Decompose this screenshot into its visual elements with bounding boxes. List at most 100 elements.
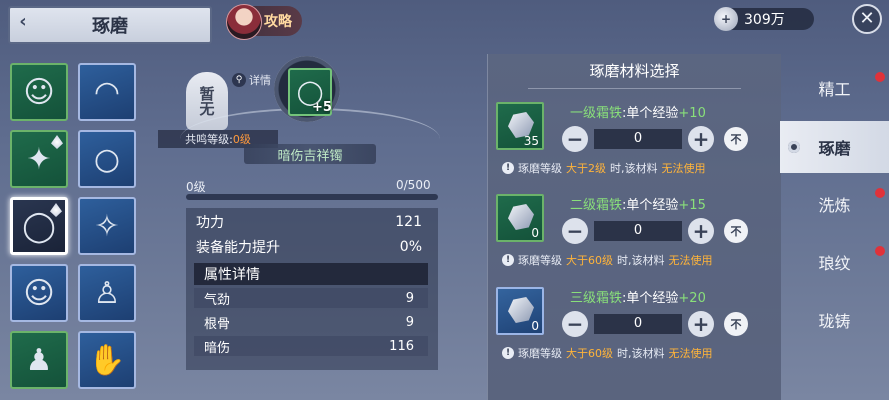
materials-panel: 琢磨材料选择 35 一级霜铁:单个经验+10 − 0 + 不 ! 琢磨等级 大于2…	[487, 54, 781, 400]
decrease-button[interactable]: −	[562, 311, 588, 337]
max-button[interactable]: 不	[724, 219, 748, 243]
hint-highlight: 大于60级	[566, 254, 613, 267]
hint-text: 琢磨等级	[518, 162, 562, 175]
material-desc: :单个经验	[622, 291, 679, 306]
warning-icon: !	[502, 347, 514, 359]
dark-robe-icon: ♟	[25, 342, 53, 378]
frost-iron-icon[interactable]: 0	[496, 287, 544, 335]
material-exp: +20	[678, 291, 706, 306]
equipment-slot-5-selected[interactable]: ◯	[10, 197, 68, 255]
hint-text: 时,该材料	[617, 254, 665, 267]
equipment-slot-4[interactable]: ○	[78, 130, 136, 188]
currency-amount: 309万	[744, 12, 785, 28]
stat-boost-label: 装备能力提升	[196, 240, 280, 256]
attr-row: 暗伤 116	[194, 336, 428, 356]
fan-icon: ◠	[93, 74, 121, 110]
polish-exp: 0/500	[396, 178, 431, 192]
robe-icon: ♙	[93, 275, 121, 311]
tab-refine[interactable]: 精工	[780, 62, 889, 114]
currency-display: + 309万	[714, 7, 814, 31]
hint-highlight: 无法使用	[668, 347, 713, 360]
equipped-item-name: 暗伤吉祥镯	[244, 144, 376, 164]
character-portrait-icon: ☺	[23, 275, 55, 311]
material-desc: :单个经验	[622, 106, 679, 121]
seal-detail-label: 详情	[249, 74, 271, 87]
equipment-slot-8[interactable]: ♙	[78, 264, 136, 322]
material-tier: 三级霜铁	[570, 291, 623, 306]
material-item: 0 二级霜铁:单个经验+15 − 0 + 不 ! 琢磨等级 大于60级 时,该材料无…	[496, 194, 772, 278]
tab-pattern[interactable]: 琅纹	[780, 236, 889, 288]
decrease-button[interactable]: −	[562, 126, 588, 152]
quantity-field[interactable]: 0	[594, 314, 682, 334]
material-desc: :单个经验	[622, 198, 679, 213]
quantity-stepper: − 0 + 不	[562, 124, 748, 154]
decrease-button[interactable]: −	[562, 218, 588, 244]
material-count: 35	[523, 134, 539, 148]
material-hint: ! 琢磨等级 大于60级 时,该材料 无法使用	[502, 252, 713, 268]
divider	[528, 88, 741, 89]
gauntlet-icon: ✋	[88, 342, 126, 378]
tab-polish[interactable]: 琢磨	[780, 121, 889, 173]
quantity-stepper: − 0 + 不	[562, 309, 748, 339]
attr-details-label: 属性详情	[204, 267, 260, 283]
attr-name: 暗伤	[204, 340, 231, 356]
back-arrow-icon[interactable]: ‹	[12, 11, 34, 33]
material-count: 0	[531, 226, 539, 240]
equipment-slot-10[interactable]: ✋	[78, 331, 136, 389]
tab-label: 琅纹	[818, 254, 851, 273]
function-tabs: 精工 琢磨 洗炼 琅纹 珑铸	[780, 54, 889, 400]
tab-forge[interactable]: 珑铸	[780, 294, 889, 346]
max-button[interactable]: 不	[724, 127, 748, 151]
page-title: 琢磨	[92, 16, 128, 37]
enhance-level: +5	[312, 100, 332, 115]
stat-power: 功力 121	[196, 210, 422, 234]
warning-icon: !	[502, 162, 514, 174]
equipment-slot-6[interactable]: ✧	[78, 197, 136, 255]
increase-button[interactable]: +	[688, 311, 714, 337]
stats-panel: 功力 121 装备能力提升 0% 属性详情 气劲 9 根骨 9 暗伤 116	[186, 208, 438, 370]
material-exp: +10	[678, 106, 706, 121]
max-button[interactable]: 不	[724, 312, 748, 336]
hint-text: 琢磨等级	[518, 254, 562, 267]
material-tier: 二级霜铁	[570, 198, 623, 213]
equipment-slot-7[interactable]: ☺	[10, 264, 68, 322]
equipment-slot-1[interactable]: ☺	[10, 63, 68, 121]
stat-power-value: 121	[395, 214, 422, 230]
material-name: 二级霜铁:单个经验+15	[570, 194, 706, 213]
material-count: 0	[531, 319, 539, 333]
guide-button[interactable]: 攻略	[226, 4, 302, 40]
tab-label: 洗炼	[818, 196, 851, 215]
frost-iron-icon[interactable]: 0	[496, 194, 544, 242]
hint-highlight: 大于2级	[566, 162, 606, 175]
wand-pendant-icon: ✧	[94, 208, 120, 244]
increase-button[interactable]: +	[688, 126, 714, 152]
guide-label: 攻略	[264, 14, 292, 30]
quantity-field[interactable]: 0	[594, 129, 682, 149]
material-hint: ! 琢磨等级 大于2级 时,该材料 无法使用	[502, 160, 706, 176]
attr-name: 气劲	[204, 292, 231, 308]
material-tier: 一级霜铁	[570, 106, 623, 121]
equipment-slot-2[interactable]: ◠	[78, 63, 136, 121]
ore-icon	[508, 204, 534, 230]
increase-button[interactable]: +	[688, 218, 714, 244]
hint-text: 时,该材料	[610, 162, 658, 175]
attr-value: 9	[405, 290, 414, 306]
stat-boost-value: 0%	[399, 239, 422, 255]
tab-wash[interactable]: 洗炼	[780, 178, 889, 230]
polish-level: 0级	[186, 180, 206, 194]
notification-dot	[875, 72, 885, 82]
frost-iron-icon[interactable]: 35	[496, 102, 544, 150]
attr-name: 根骨	[204, 316, 231, 332]
stat-boost: 装备能力提升 0%	[196, 235, 422, 259]
guide-avatar	[226, 4, 262, 40]
close-button[interactable]: ✕	[852, 4, 882, 34]
seal-text: 暂无	[197, 86, 216, 116]
material-item: 35 一级霜铁:单个经验+10 − 0 + 不 ! 琢磨等级 大于2级 时,该材料无…	[496, 102, 772, 186]
stat-power-label: 功力	[196, 215, 224, 231]
quantity-field[interactable]: 0	[594, 221, 682, 241]
seal-detail-button[interactable]: ⚲ 详情	[232, 72, 271, 88]
equipment-slot-3[interactable]: ✦	[10, 130, 68, 188]
gem-icon	[788, 141, 800, 153]
equipment-slot-9[interactable]: ♟	[10, 331, 68, 389]
character-portrait-icon: ☺	[23, 74, 55, 110]
